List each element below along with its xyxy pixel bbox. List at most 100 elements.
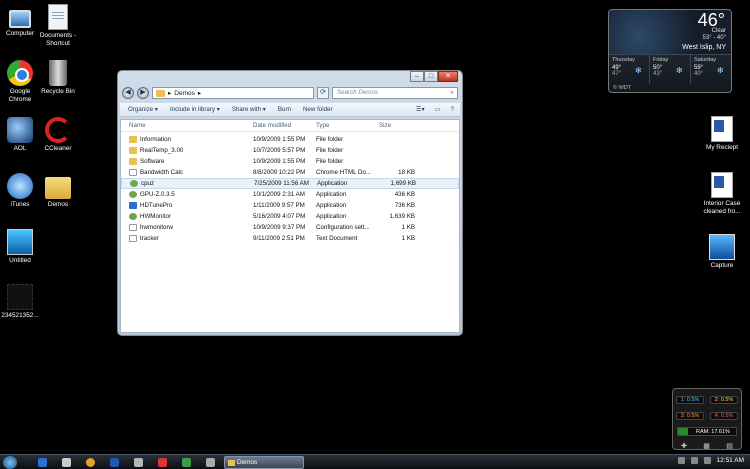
file-date: 9/11/2009 2:51 PM	[253, 235, 305, 242]
file-name-cell: RealTemp_3.00	[121, 147, 253, 154]
refresh-button[interactable]: ⟳	[317, 87, 329, 99]
column-header-row: Name Date modified Type Size	[121, 120, 459, 132]
desktop-icon-capture[interactable]: Capture	[702, 234, 742, 270]
file-list[interactable]: Name Date modified Type Size Information…	[120, 119, 460, 333]
folder-icon	[156, 89, 165, 97]
new-folder-button[interactable]: New folder	[303, 106, 333, 113]
share-with-menu[interactable]: Share with ▾	[232, 106, 266, 113]
explorer-window[interactable]: – □ ✕ ◀ ▶ ▸ Demos ▸ ⟳ Search Demos ⌕ Org…	[117, 70, 463, 336]
network-icon[interactable]	[690, 457, 698, 464]
preview-pane-icon[interactable]: ▭	[435, 106, 441, 113]
chrome-icon[interactable]	[86, 458, 95, 467]
file-name: Bandwidth Calc	[140, 169, 183, 176]
file-size: 1,699 KB	[390, 180, 416, 187]
image-file-icon	[709, 234, 735, 260]
taskbar-item-demos[interactable]: Demos	[224, 456, 304, 469]
file-row[interactable]: hwmonitorw 10/9/2009 9:37 PM Configuration…	[121, 222, 459, 233]
desktop-icon-ccleaner[interactable]: CCleaner	[38, 117, 78, 153]
desktop-icon-interior-case[interactable]: Interior Case cleaned fro...	[702, 172, 742, 216]
network-icon[interactable]: ▤	[726, 442, 733, 450]
file-row[interactable]: RealTemp_3.00 10/7/2009 5:57 PM File folde…	[121, 145, 459, 156]
file-date: 10/7/2009 5:57 PM	[253, 147, 306, 154]
file-date: 7/25/2009 11:56 AM	[254, 180, 309, 187]
volume-icon[interactable]	[703, 457, 711, 464]
desktop-icon-itunes[interactable]: iTunes	[0, 173, 40, 209]
organize-menu[interactable]: Organize ▾	[128, 106, 158, 113]
clock[interactable]: 12:51 AM	[717, 457, 744, 464]
forward-arrow-icon[interactable]: ▶	[137, 87, 149, 99]
file-row[interactable]: HDTunePro 1/11/2009 9:57 PM Application 736…	[121, 200, 459, 211]
desktop-icon-documents-shortcut[interactable]: Documents - Shortcut	[38, 4, 78, 48]
start-button[interactable]	[3, 456, 17, 469]
file-row[interactable]: tracker 9/11/2009 2:51 PM Text Document 1 K…	[121, 233, 459, 244]
ram-label: RAM: 17.61%	[696, 429, 730, 435]
column-header-size[interactable]: Size	[379, 122, 415, 129]
desktop-icon-recycle-bin[interactable]: Recycle Bin	[38, 60, 78, 96]
column-header-date[interactable]: Date modified	[253, 122, 316, 129]
burn-button[interactable]: Burn	[278, 106, 291, 113]
back-arrow-icon[interactable]: ◀	[122, 87, 134, 99]
file-row[interactable]: cpuz 7/25/2009 11:56 AM Application 1,699 K…	[121, 178, 459, 189]
chevron-right-icon[interactable]: ▸	[198, 89, 201, 97]
forecast-day-name: Thursday	[612, 57, 635, 63]
file-name-cell: GPU-Z.0.3.5	[121, 191, 253, 198]
include-library-menu[interactable]: Include in library ▾	[170, 106, 220, 113]
desktop-icon-label: Recycle Bin	[41, 88, 75, 95]
help-icon[interactable]: ?	[451, 106, 454, 113]
chevron-right-icon[interactable]: ▸	[168, 89, 171, 97]
application-icon	[129, 202, 137, 209]
cpu-core: 4: 0.5%	[710, 411, 738, 420]
snow-icon: ✻	[635, 66, 642, 75]
address-path[interactable]: Demos	[174, 90, 195, 97]
desktop-icon-file[interactable]: 234521352...	[0, 284, 40, 320]
desktop-icon-aol[interactable]: AOL	[0, 117, 40, 153]
desktop-icon-chrome[interactable]: Google Chrome	[0, 60, 40, 104]
search-input[interactable]: Search Demos ⌕	[332, 87, 458, 99]
add-gadget-icon[interactable]: ✚	[681, 442, 687, 450]
file-date: 10/9/2009 1:55 PM	[253, 136, 306, 143]
cpu-meter-gadget[interactable]: 1: 0.5% 2: 0.5% 3: 0.5% 4: 0.5% RAM: 17.…	[672, 388, 742, 450]
title-bar[interactable]: – □ ✕	[118, 71, 462, 85]
app-icon[interactable]	[182, 458, 191, 467]
desktop-icon-label: My Reciept	[706, 144, 738, 151]
application-icon	[129, 213, 137, 220]
desktop-icon-computer[interactable]: Computer	[0, 6, 40, 38]
desktop-icon-label: Demos	[47, 201, 69, 208]
app-icon[interactable]	[134, 458, 143, 467]
close-button[interactable]: ✕	[438, 71, 458, 82]
file-date: 5/16/2009 4:07 PM	[253, 213, 306, 220]
file-name: HWMonitor	[140, 213, 171, 220]
forecast-day: Friday 50° 43° ✻	[650, 55, 691, 84]
file-type: Application	[316, 213, 347, 220]
tray-icon[interactable]	[677, 457, 685, 464]
documents-shortcut-icon	[48, 4, 68, 30]
file-name: HDTunePro	[140, 202, 173, 209]
cpu-chip-icon[interactable]: ▦	[703, 442, 710, 450]
column-header-type[interactable]: Type	[316, 122, 379, 129]
view-options-icon[interactable]: ☰▾	[416, 106, 425, 113]
weather-gadget[interactable]: 46° Clear 53° - 40° West Islip, NY Thurs…	[608, 9, 732, 93]
desktop-icon-untitled[interactable]: Untitled	[0, 229, 40, 265]
column-header-name[interactable]: Name	[121, 122, 253, 129]
file-row[interactable]: Software 10/9/2009 1:55 PM File folder	[121, 156, 459, 167]
file-name-cell: HDTunePro	[121, 202, 253, 209]
file-row[interactable]: GPU-Z.0.3.5 10/1/2009 2:31 AM Application 4…	[121, 189, 459, 200]
minimize-button[interactable]: –	[410, 71, 424, 82]
cpu-row: 1: 0.5% 2: 0.5%	[673, 394, 741, 405]
app-icon[interactable]	[110, 458, 119, 467]
forecast-day: Saturday 59° 40° ✻	[691, 55, 731, 84]
address-bar[interactable]: ▸ Demos ▸	[152, 87, 314, 99]
forecast-day-name: Saturday	[694, 57, 717, 63]
file-row[interactable]: HWMonitor 5/16/2009 4:07 PM Application 1,6…	[121, 211, 459, 222]
media-player-icon[interactable]	[38, 458, 47, 467]
app-icon[interactable]	[206, 458, 215, 467]
file-row[interactable]: Information 10/9/2009 1:55 PM File folder	[121, 134, 459, 145]
speaker-icon[interactable]	[62, 458, 71, 467]
app-icon[interactable]	[158, 458, 167, 467]
desktop-icon-demos[interactable]: Demos	[38, 173, 78, 209]
aol-icon	[7, 117, 33, 143]
file-name-cell: cpuz	[122, 180, 254, 187]
desktop-icon-my-reciept[interactable]: My Reciept	[702, 116, 742, 152]
file-row[interactable]: Bandwidth Calc 8/8/2009 10:22 PM Chrome HT…	[121, 167, 459, 178]
maximize-button[interactable]: □	[424, 71, 438, 82]
